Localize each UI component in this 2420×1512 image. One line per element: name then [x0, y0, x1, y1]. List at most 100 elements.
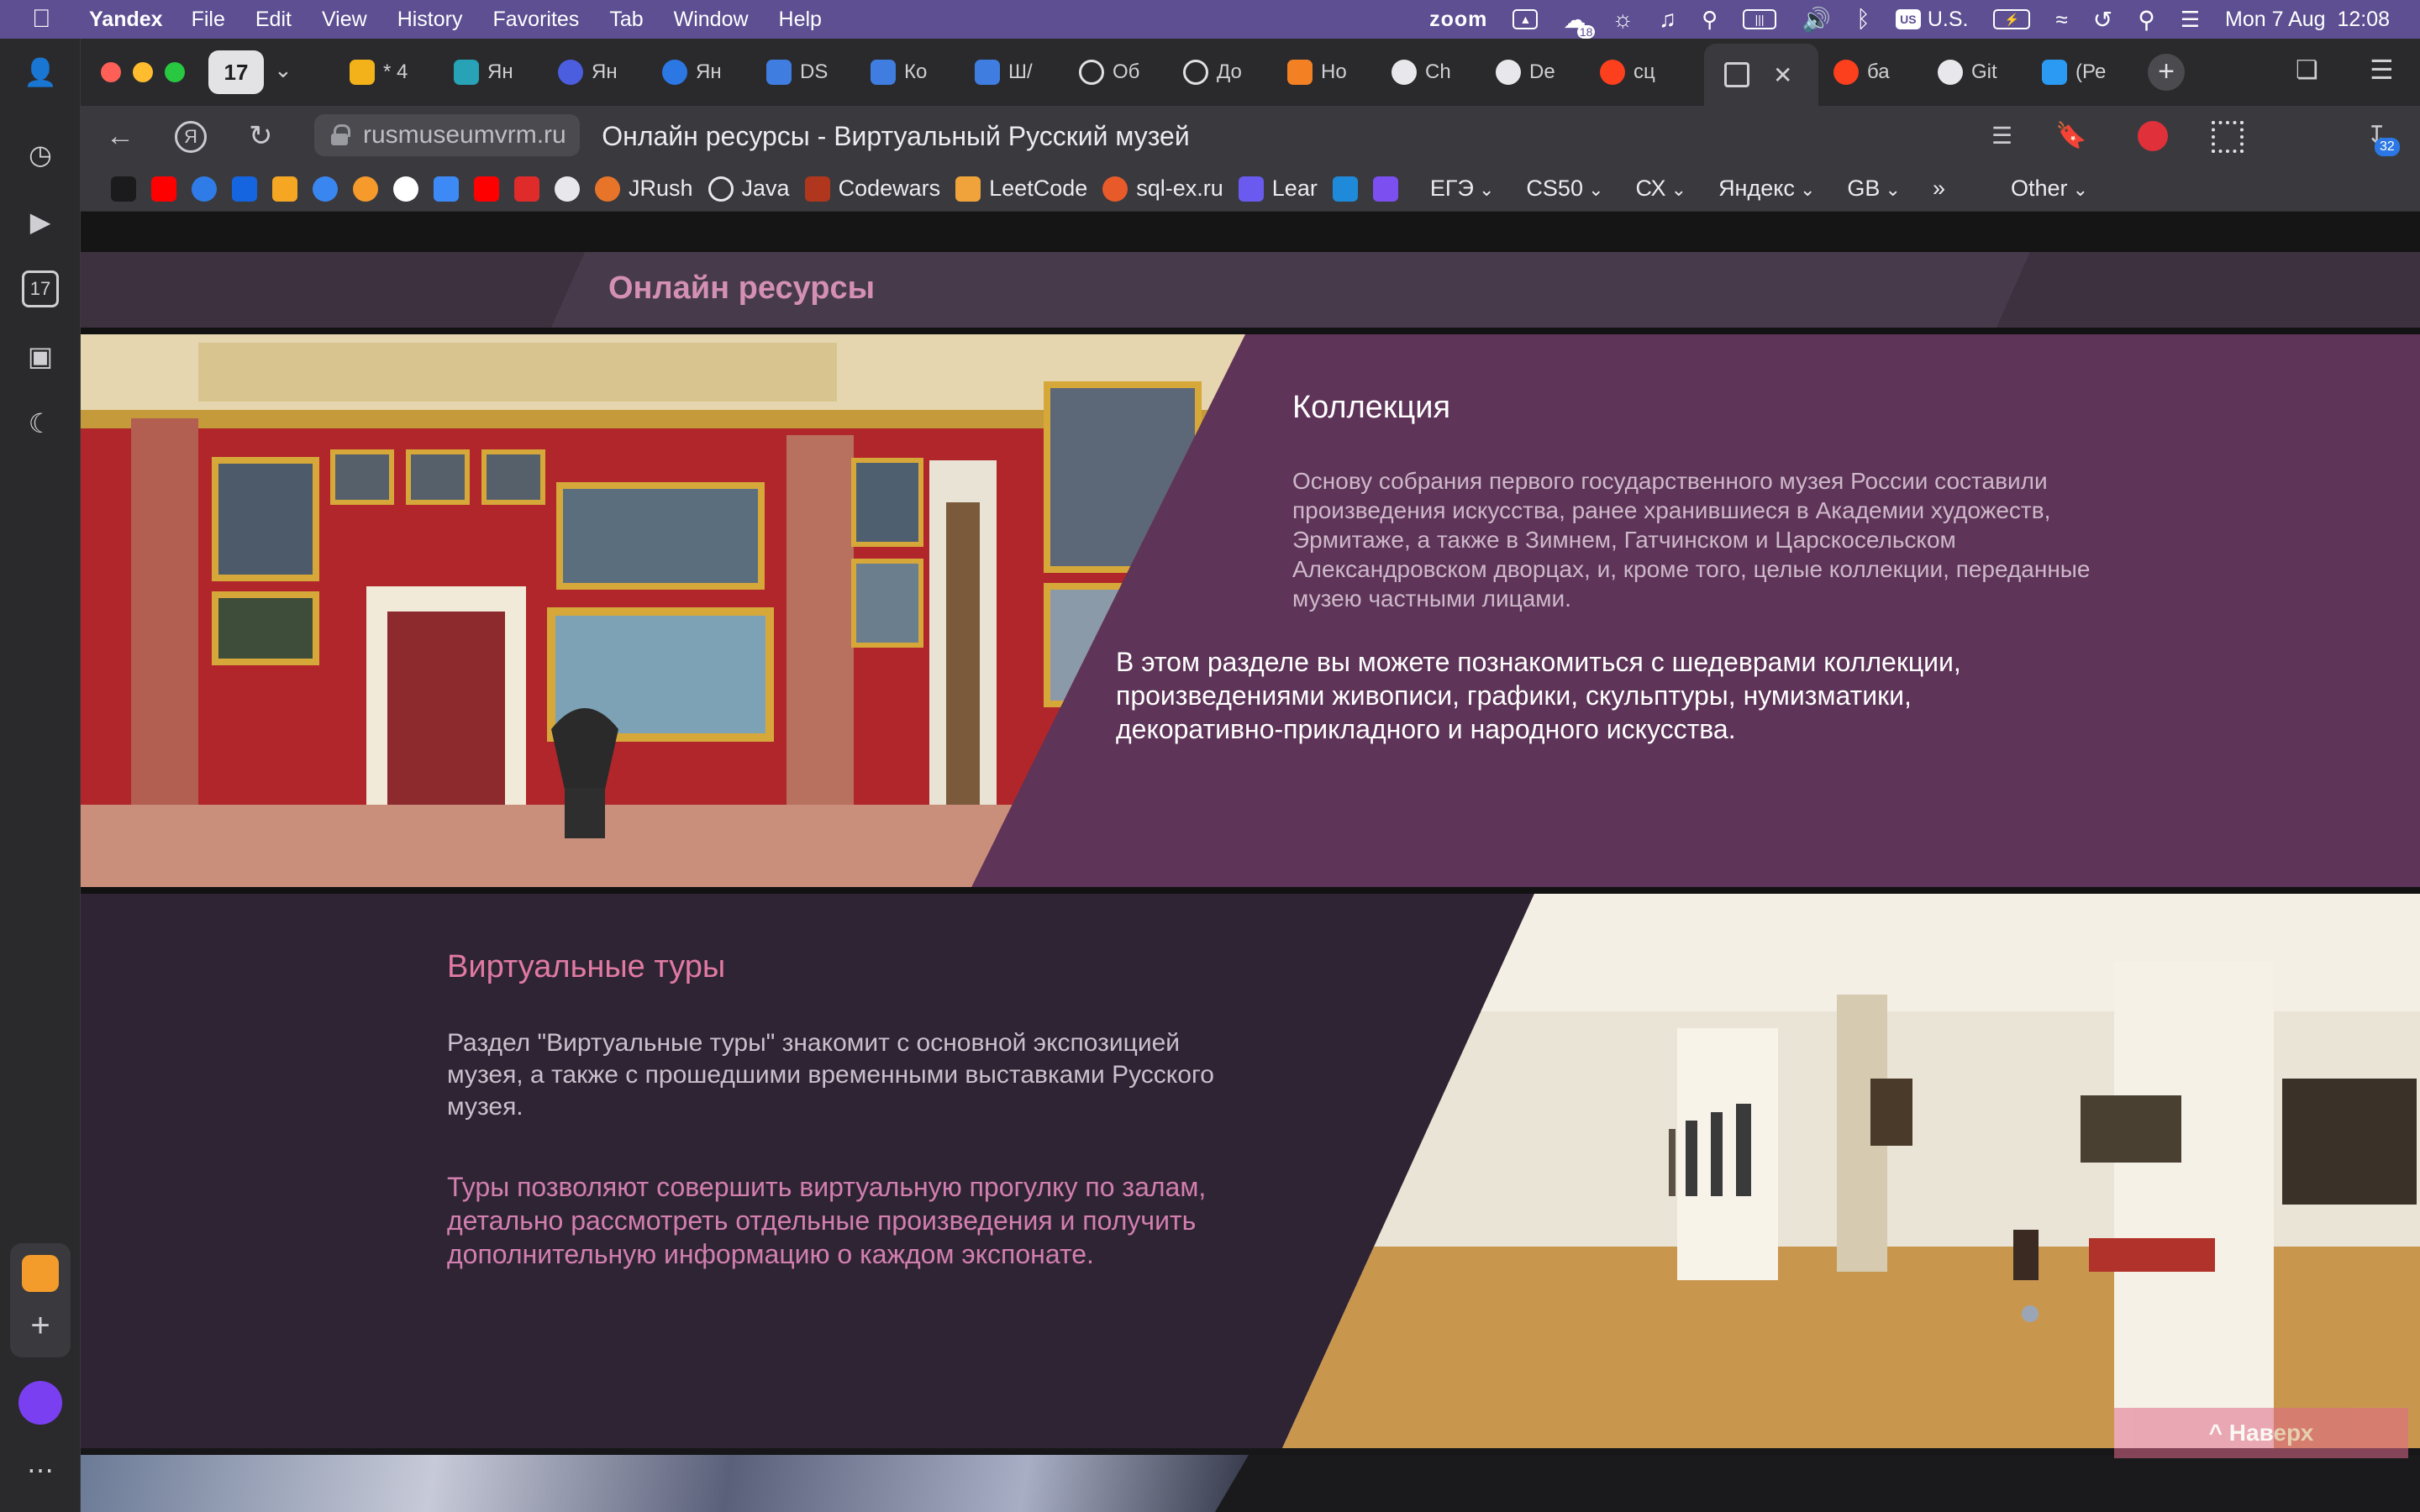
bookmark-java[interactable]: Java — [708, 176, 790, 202]
menu-favorites[interactable]: Favorites — [493, 8, 580, 32]
tab-close-icon[interactable]: ✕ — [1773, 61, 1792, 89]
bookmark-folder-gb[interactable]: GB — [1847, 176, 1901, 202]
tab-11[interactable]: Ch — [1392, 54, 1451, 91]
menu-window[interactable]: Window — [674, 8, 749, 32]
virtual-tours-block[interactable]: Виртуальные туры Раздел "Виртуальные тур… — [81, 894, 2420, 1448]
tab-12[interactable]: De — [1496, 54, 1555, 91]
bookmark-folder-ege[interactable]: ЕГЭ — [1430, 176, 1495, 202]
next-section-image[interactable] — [81, 1455, 1249, 1512]
bookmark-icon[interactable]: 🔖 — [2055, 121, 2086, 151]
tab-3[interactable]: Ян — [558, 54, 618, 91]
wifi-icon[interactable]: ≈ — [2055, 7, 2067, 33]
bookmarks-overflow-button[interactable]: » — [1933, 176, 1945, 202]
tab-count-button[interactable]: 17 — [208, 50, 264, 94]
window-minimize-button[interactable] — [133, 62, 153, 82]
youtube-bookmark-icon[interactable] — [474, 176, 499, 202]
bolt-bookmark-icon[interactable] — [1372, 176, 1398, 202]
collection-block[interactable]: Коллекция Основу собрания первого госуда… — [81, 334, 2420, 887]
tab-2[interactable]: Ян — [454, 54, 513, 91]
alice-assistant-icon[interactable] — [18, 1381, 62, 1425]
bookmark-leetcode[interactable]: LeetCode — [955, 176, 1087, 202]
cloud-icon[interactable]: ☼ — [1612, 6, 1634, 33]
window-zoom-button[interactable] — [165, 62, 185, 82]
tab-5[interactable]: DS — [766, 54, 828, 91]
collections-icon[interactable]: ❏ — [2296, 55, 2318, 85]
tab-1[interactable]: * 4 — [350, 54, 408, 91]
bookmark-folder-sx[interactable]: СХ — [1636, 176, 1687, 202]
reader-mode-icon[interactable]: ☰ — [1991, 121, 2012, 151]
menu-help[interactable]: Help — [779, 8, 822, 32]
tab-8[interactable]: Об — [1079, 54, 1139, 91]
bookmark-folder-cs50[interactable]: CS50 — [1526, 176, 1603, 202]
bookmark-codewars[interactable]: Codewars — [804, 176, 940, 202]
tab-14-active[interactable]: ✕ — [1704, 44, 1818, 106]
virtual-tour-hall-image[interactable] — [81, 894, 2420, 1448]
tab-9[interactable]: До — [1183, 54, 1242, 91]
bookmark-folder-icon[interactable] — [111, 176, 136, 202]
media-play-icon[interactable]: ▶ — [22, 203, 59, 240]
control-center-icon[interactable]: ☰ — [2181, 7, 2200, 33]
zoom-status-item[interactable]: zoom — [1429, 8, 1487, 32]
window-close-button[interactable] — [101, 62, 121, 82]
qr-code-icon[interactable] — [2212, 121, 2244, 153]
tab-15[interactable]: ба — [1833, 54, 1890, 91]
night-mode-icon[interactable]: ☾ — [22, 405, 59, 442]
calendar-bookmark-icon[interactable] — [434, 176, 459, 202]
bookmark-learn[interactable]: Lear — [1238, 176, 1318, 202]
battery-icon[interactable]: ⚡ — [1993, 9, 2031, 29]
time-machine-icon[interactable]: ↺ — [2093, 6, 2112, 34]
github-bookmark-icon[interactable] — [555, 176, 580, 202]
volume-icon[interactable]: 🔊 — [1802, 6, 1831, 34]
calendar-icon[interactable]: 17 — [22, 270, 59, 307]
menu-history[interactable]: History — [397, 8, 463, 32]
history-icon[interactable]: ◷ — [22, 136, 59, 173]
menu-hamburger-icon[interactable]: ☰ — [2370, 54, 2394, 86]
new-tab-button[interactable]: + — [2148, 54, 2185, 91]
bluetooth-icon[interactable]: ᛒ — [1856, 6, 1870, 33]
memory-icon[interactable]: ||| — [1743, 9, 1777, 29]
mail-at-bookmark-icon[interactable] — [192, 176, 217, 202]
apple-logo-icon[interactable]:  — [32, 5, 66, 34]
tab-groups-chevron-icon[interactable]: ⌄ — [274, 57, 292, 83]
cloud-bookmark-icon[interactable] — [353, 176, 378, 202]
tab-17[interactable]: (Ре — [2042, 54, 2106, 91]
back-arrow-icon[interactable]: ← — [106, 121, 134, 151]
tab-6[interactable]: Ко — [871, 54, 927, 91]
clock[interactable]: Mon 7 Aug 12:08 — [2225, 8, 2390, 32]
tab-7[interactable]: Ш/ — [975, 54, 1033, 91]
add-app-icon[interactable]: + — [22, 1309, 59, 1346]
profile-icon[interactable]: 👤 — [22, 54, 59, 91]
bookmark-sql-ex[interactable]: sql-ex.ru — [1102, 176, 1223, 202]
google-bookmark-icon[interactable] — [393, 176, 418, 202]
vscode-bookmark-icon[interactable] — [1332, 176, 1358, 202]
gmail-bookmark-icon[interactable] — [272, 176, 297, 202]
bookmark-folder-yandex[interactable]: Яндекс — [1718, 176, 1815, 202]
tab-4[interactable]: Ян — [662, 54, 722, 91]
virtual-tours-heading[interactable]: Виртуальные туры — [447, 949, 1237, 985]
collection-gallery-image[interactable] — [81, 334, 1257, 887]
menu-tab[interactable]: Tab — [609, 8, 643, 32]
screenshot-icon[interactable]: ▣ — [22, 338, 59, 375]
bookmark-jrush[interactable]: JRush — [595, 176, 693, 202]
more-icon[interactable]: ⋯ — [22, 1452, 59, 1488]
mail-app-icon[interactable] — [22, 1255, 59, 1292]
drive-icon[interactable]: ▲ — [1512, 9, 1539, 29]
bookmark-folder-other[interactable]: Other — [2011, 176, 2088, 202]
app-name-menu[interactable]: Yandex — [89, 8, 163, 32]
collection-heading[interactable]: Коллекция — [1292, 390, 2099, 426]
headset-icon[interactable]: ♫ — [1659, 6, 1676, 33]
tab-10[interactable]: Но — [1287, 54, 1347, 91]
reload-icon[interactable]: ↻ — [249, 121, 273, 151]
spotlight-search-icon[interactable]: ⚲ — [2138, 6, 2155, 34]
downloads-icon[interactable]: ↧ 32 — [2366, 121, 2400, 156]
protect-shield-icon[interactable] — [2138, 121, 2168, 151]
notification-icon[interactable]: ☁ 18 — [1563, 6, 1596, 39]
keyboard-layout-icon[interactable]: US U.S. — [1895, 8, 1968, 32]
browser-bookmark-icon[interactable] — [313, 176, 338, 202]
menu-file[interactable]: File — [192, 8, 225, 32]
youtube-bookmark-icon[interactable] — [151, 176, 176, 202]
pin-icon[interactable]: ⚲ — [1702, 7, 1718, 33]
tab-16[interactable]: Git — [1938, 54, 1997, 91]
next-section-block[interactable] — [81, 1455, 2420, 1512]
menu-edit[interactable]: Edit — [255, 8, 292, 32]
